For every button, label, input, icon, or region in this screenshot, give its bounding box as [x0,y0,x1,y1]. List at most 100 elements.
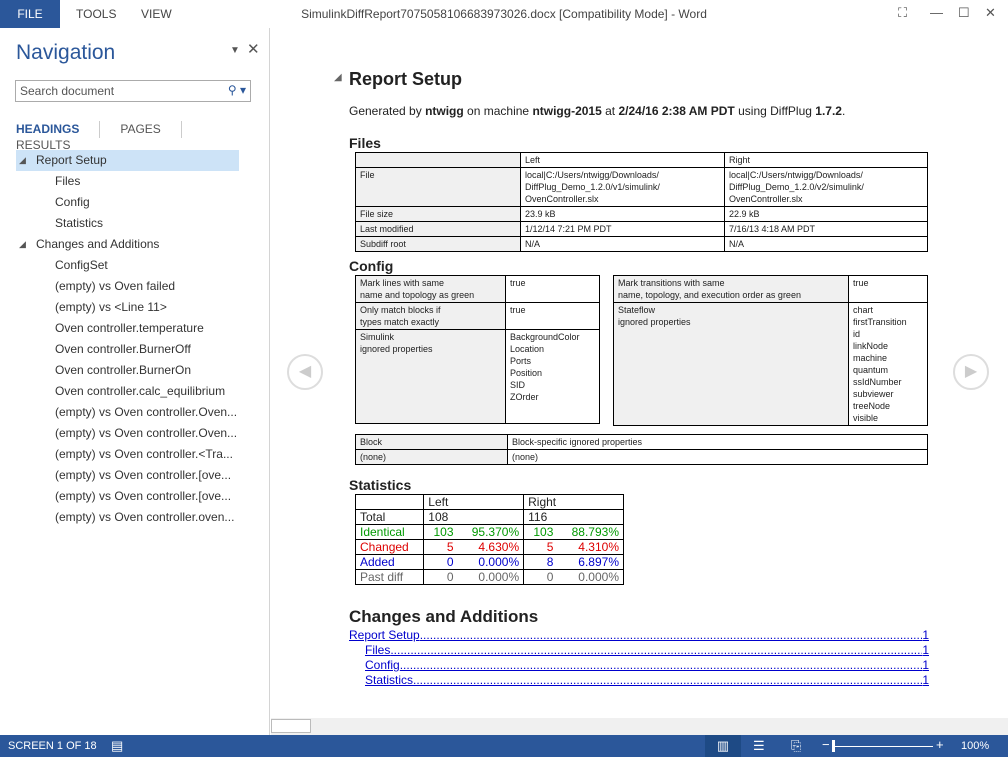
table-cell: File size [355,206,521,222]
nav-heading-item[interactable]: ConfigSet [0,255,270,276]
table-cell: Right [523,494,624,510]
nav-heading-item[interactable]: (empty) vs <Line 11> [0,297,270,318]
toc-page[interactable]: 1 [922,643,929,657]
minimize-button[interactable]: — [930,5,943,20]
nav-heading-item[interactable]: (empty) vs Oven controller.[ove... [0,465,270,486]
zoom-level[interactable]: 100% [961,740,989,752]
table-cell: 1/12/14 7:21 PM PDT [520,221,725,237]
zoom-slider-thumb[interactable] [832,740,835,752]
toc-label[interactable]: Statistics [365,673,413,687]
expand-triangle-icon[interactable]: ◢ [19,150,26,171]
nav-options-icon[interactable]: ▼ [230,45,240,56]
table-cell: local|C:/Users/ntwigg/Downloads/ DiffPlu… [520,167,725,207]
nav-heading-label: Changes and Additions [36,237,160,251]
next-screen-button[interactable]: ▶ [953,354,989,390]
nav-heading-item[interactable]: Oven controller.calc_equilibrium [0,381,270,402]
nav-close-icon[interactable]: ✕ [247,40,260,58]
nav-heading-item[interactable]: (empty) vs Oven controller.<Tra... [0,444,270,465]
search-input[interactable]: Search document ⚲ ▾ [15,80,251,102]
table-row: Left Right [355,152,928,168]
table-row: Total 108 116 [355,509,624,525]
nav-heading-item[interactable]: Oven controller.BurnerOff [0,339,270,360]
scroll-thumb[interactable] [271,719,311,733]
nav-heading-label: Oven controller.temperature [55,321,204,335]
horizontal-scrollbar[interactable] [271,718,1008,735]
nav-heading-item[interactable]: (empty) vs Oven controller.Oven... [0,402,270,423]
previous-screen-button[interactable]: ◀ [287,354,323,390]
nav-heading-item[interactable]: (empty) vs Oven controller.Oven... [0,423,270,444]
table-row: Added 0 0.000% 8 6.897% [355,554,624,570]
table-cell: Block [355,434,508,450]
table-row: Last modified 1/12/14 7:21 PM PDT 7/16/13 … [355,221,928,237]
table-cell: 0 [523,569,558,585]
collapse-triangle-icon[interactable]: ◢ [334,72,342,83]
nav-heading-label: (empty) vs Oven controller.[ove... [55,489,232,503]
toc-entry[interactable]: Report Setup............................… [349,628,929,642]
config-table-simulink: Mark lines with same name and topology a… [355,275,600,424]
table-cell: 103 [423,524,458,540]
tab-headings[interactable]: HEADINGS [16,122,79,136]
nav-heading-item[interactable]: Oven controller.temperature [0,318,270,339]
table-row: Stateflow ignored properties chart firstT… [613,302,928,426]
table-cell: Total [355,509,424,525]
tab-pages[interactable]: PAGES [120,122,160,136]
table-cell [355,152,521,168]
table-row: Mark lines with same name and topology a… [355,275,600,303]
zoom-slider[interactable] [833,746,933,747]
nav-heading-label: Oven controller.BurnerOn [55,363,192,377]
toc-entry[interactable]: Config..................................… [365,658,929,672]
tab-tools[interactable]: TOOLS [62,0,130,28]
nav-heading-item[interactable]: ◢ Report Setup [16,150,239,171]
nav-heading-item[interactable]: (empty) vs Oven controller.[ove... [0,486,270,507]
toc-label[interactable]: Report Setup [349,628,420,642]
toc-leader: ........................................… [390,643,922,657]
table-row: Mark transitions with same name, topolog… [613,275,928,303]
nav-heading-item[interactable]: (empty) vs Oven failed [0,276,270,297]
read-mode-icon[interactable]: ▥ [705,735,741,757]
table-cell: 0.000% [457,554,524,570]
search-icon[interactable]: ⚲ ▾ [228,83,246,97]
table-cell: N/A [520,236,725,252]
heading-report-setup: Report Setup [349,69,463,89]
screen-counter: SCREEN 1 OF 18 [8,740,97,752]
table-cell: 5 [523,539,558,555]
table-cell: 0.000% [457,569,524,585]
nav-heading-item[interactable]: Oven controller.BurnerOn [0,360,270,381]
nav-heading-item[interactable]: Statistics [0,213,270,234]
zoom-out-button[interactable]: − [822,737,830,752]
expand-triangle-icon[interactable]: ◢ [19,234,26,255]
proofing-icon[interactable]: ▤ [111,738,123,754]
maximize-button[interactable]: ☐ [958,5,970,21]
table-cell: Mark transitions with same name, topolog… [613,275,849,303]
nav-heading-item[interactable]: (empty) vs Oven controller.oven... [0,507,270,528]
table-row: Changed 5 4.630% 5 4.310% [355,539,624,555]
tab-view[interactable]: VIEW [127,0,186,28]
web-layout-icon[interactable]: ⎘ [791,738,801,754]
table-row: Block Block-specific ignored properties [355,434,928,450]
table-cell: Past diff [355,569,424,585]
close-button[interactable]: ✕ [985,5,996,21]
tab-file[interactable]: FILE [0,0,60,28]
toc-page[interactable]: 1 [922,658,929,672]
table-cell: Simulink ignored properties [355,329,506,424]
table-row: File size 23.9 kB 22.9 kB [355,206,928,222]
toc-entry[interactable]: Statistics..............................… [365,673,929,687]
table-cell: 0.000% [557,569,624,585]
table-row: Subdiff root N/A N/A [355,236,928,252]
toc-page[interactable]: 1 [922,673,929,687]
nav-heading-item[interactable]: ◢ Changes and Additions [0,234,270,255]
table-cell: true [505,302,600,330]
nav-heading-item[interactable]: Files [0,171,270,192]
print-layout-icon[interactable]: ☰ [753,738,765,754]
toc-entry[interactable]: Files...................................… [365,643,929,657]
fullscreen-icon[interactable]: ⛶ [898,5,907,21]
toc-label[interactable]: Config [365,658,400,672]
toc-label[interactable]: Files [365,643,390,657]
table-cell: Stateflow ignored properties [613,302,849,426]
table-cell: 7/16/13 4:18 AM PDT [724,221,928,237]
toc-page[interactable]: 1 [922,628,929,642]
zoom-in-button[interactable]: + [936,737,944,752]
nav-heading-item[interactable]: Config [0,192,270,213]
table-cell: true [848,275,928,303]
nav-heading-label: Report Setup [36,153,107,167]
